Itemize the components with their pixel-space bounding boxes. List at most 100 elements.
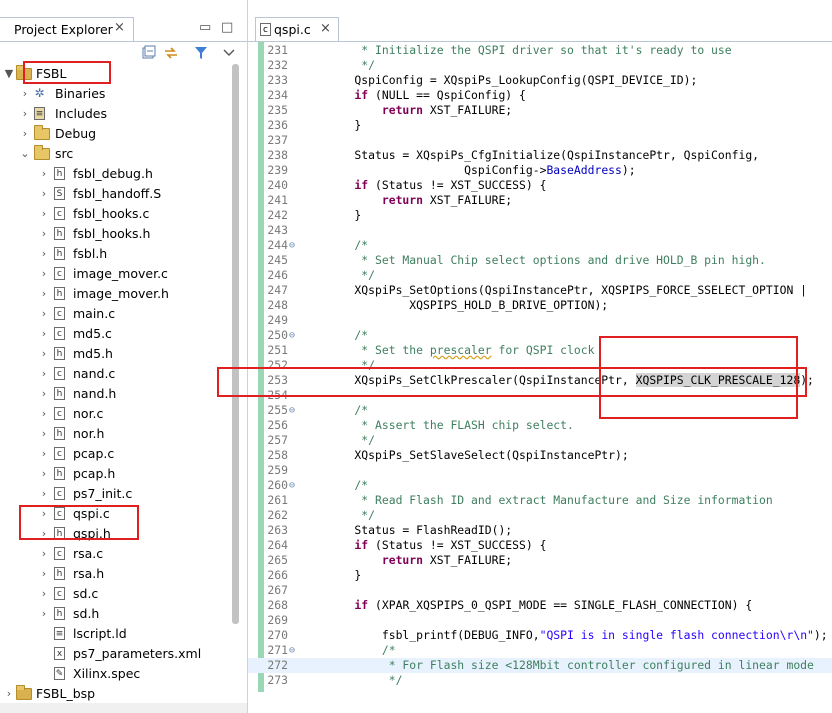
tree-item-main-c[interactable]: › c main.c	[0, 304, 232, 324]
tree-item-fsbl-debug-h[interactable]: › h fsbl_debug.h	[0, 164, 232, 184]
expand-chevron-icon[interactable]: ›	[20, 124, 30, 144]
code-line[interactable]: 265 return XST_FAILURE;	[248, 553, 832, 568]
code-line[interactable]: 231 * Initialize the QSPI driver so that…	[248, 43, 832, 58]
code-line[interactable]: 244 ⊖ /*	[248, 238, 832, 253]
tree-item-debug[interactable]: › Debug	[0, 124, 232, 144]
expand-chevron-icon[interactable]: ›	[39, 324, 49, 344]
code-line[interactable]: 272 * For Flash size <128Mbit controller…	[248, 658, 832, 673]
expand-chevron-icon[interactable]: ›	[39, 584, 49, 604]
code-line[interactable]: 270 fsbl_printf(DEBUG_INFO,"QSPI is in s…	[248, 628, 832, 643]
code-line[interactable]: 238 Status = XQspiPs_CfgInitialize(QspiI…	[248, 148, 832, 163]
code-line[interactable]: 266 }	[248, 568, 832, 583]
expand-chevron-icon[interactable]: ›	[39, 304, 49, 324]
code-line[interactable]: 246 */	[248, 268, 832, 283]
tree-item-image-mover-h[interactable]: › h image_mover.h	[0, 284, 232, 304]
expand-chevron-icon[interactable]: ›	[39, 444, 49, 464]
tree-item-fsbl-hooks-h[interactable]: › h fsbl_hooks.h	[0, 224, 232, 244]
code-line[interactable]: 263 Status = FlashReadID();	[248, 523, 832, 538]
expand-chevron-icon[interactable]: ›	[39, 464, 49, 484]
code-line[interactable]: 261 * Read Flash ID and extract Manufact…	[248, 493, 832, 508]
code-line[interactable]: 253 XQspiPs_SetClkPrescaler(QspiInstance…	[248, 373, 832, 388]
tree-item-fsbl-handoff-s[interactable]: › Sfsbl_handoff.S	[0, 184, 232, 204]
code-line[interactable]: 257 */	[248, 433, 832, 448]
expand-chevron-icon[interactable]: ›	[39, 524, 49, 544]
code-line[interactable]: 234 if (NULL == QspiConfig) {	[248, 88, 832, 103]
code-line[interactable]: 256 * Assert the FLASH chip select.	[248, 418, 832, 433]
expand-chevron-icon[interactable]: ›	[39, 404, 49, 424]
tree-item-binaries[interactable]: › ✲ Binaries	[0, 84, 232, 104]
code-line[interactable]: 258 XQspiPs_SetSlaveSelect(QspiInstanceP…	[248, 448, 832, 463]
expand-chevron-icon[interactable]: ›	[39, 504, 49, 524]
tree-item-nor-c[interactable]: › c nor.c	[0, 404, 232, 424]
tree-item-pcap-h[interactable]: › h pcap.h	[0, 464, 232, 484]
tree-item-nand-h[interactable]: › h nand.h	[0, 384, 232, 404]
code-line[interactable]: 233 QspiConfig = XQspiPs_LookupConfig(QS…	[248, 73, 832, 88]
tree-item-fsbl-hooks-c[interactable]: › c fsbl_hooks.c	[0, 204, 232, 224]
tree-item-md5-h[interactable]: › h md5.h	[0, 344, 232, 364]
expand-chevron-icon[interactable]: ›	[39, 564, 49, 584]
code-line[interactable]: 260 ⊖ /*	[248, 478, 832, 493]
code-line[interactable]: 236 }	[248, 118, 832, 133]
code-line[interactable]: 264 if (Status != XST_SUCCESS) {	[248, 538, 832, 553]
view-menu-chevron-icon[interactable]	[221, 45, 237, 61]
tree-item-sd-h[interactable]: › h sd.h	[0, 604, 232, 624]
code-line[interactable]: 267	[248, 583, 832, 598]
tree-item-fsbl[interactable]: ▼ FSBL	[0, 64, 232, 84]
expand-chevron-icon[interactable]: ›	[39, 164, 49, 184]
code-line[interactable]: 255 ⊖ /*	[248, 403, 832, 418]
code-line[interactable]: 237	[248, 133, 832, 148]
code-line[interactable]: 243	[248, 223, 832, 238]
tree-item-sd-c[interactable]: › c sd.c	[0, 584, 232, 604]
tree-item-nand-c[interactable]: › c nand.c	[0, 364, 232, 384]
expand-chevron-icon[interactable]: ›	[39, 424, 49, 444]
tree-item-xilinx-spec[interactable]: ✎ Xilinx.spec	[0, 664, 232, 684]
explorer-scrollbar[interactable]	[232, 64, 239, 624]
fold-toggle-icon[interactable]: ⊖	[289, 643, 299, 658]
explorer-horizontal-scrollbar[interactable]	[0, 703, 247, 713]
tree-item-md5-c[interactable]: › c md5.c	[0, 324, 232, 344]
expand-chevron-icon[interactable]: ›	[39, 484, 49, 504]
close-icon[interactable]: ×	[320, 21, 331, 36]
code-line[interactable]: 245 * Set Manual Chip select options and…	[248, 253, 832, 268]
code-line[interactable]: 251 * Set the prescaler for QSPI clock	[248, 343, 832, 358]
expand-chevron-icon[interactable]: ›	[39, 604, 49, 624]
expand-chevron-icon[interactable]: ›	[39, 204, 49, 224]
tree-item-pcap-c[interactable]: › c pcap.c	[0, 444, 232, 464]
close-icon[interactable]: ×	[114, 20, 125, 35]
code-line[interactable]: 262 */	[248, 508, 832, 523]
tree-item-image-mover-c[interactable]: › c image_mover.c	[0, 264, 232, 284]
code-line[interactable]: 249	[248, 313, 832, 328]
tree-item-src[interactable]: ⌄ src	[0, 144, 232, 164]
expand-chevron-icon[interactable]: ›	[4, 684, 14, 704]
filter-icon[interactable]	[193, 45, 209, 61]
tree-item-fsbl-bsp[interactable]: › FSBL_bsp	[0, 684, 232, 704]
tree-item-includes[interactable]: › ≡ Includes	[0, 104, 232, 124]
fold-toggle-icon[interactable]: ⊖	[289, 328, 299, 343]
fold-toggle-icon[interactable]: ⊖	[289, 238, 299, 253]
code-line[interactable]: 239 QspiConfig->BaseAddress);	[248, 163, 832, 178]
maximize-icon[interactable]: □	[221, 20, 233, 35]
code-line[interactable]: 269	[248, 613, 832, 628]
code-line[interactable]: 242 }	[248, 208, 832, 223]
minimize-icon[interactable]: ▭	[199, 20, 211, 35]
code-line[interactable]: 250 ⊖ /*	[248, 328, 832, 343]
code-line[interactable]: 232 */	[248, 58, 832, 73]
tree-item-ps7-parameters-xml[interactable]: x ps7_parameters.xml	[0, 644, 232, 664]
code-line[interactable]: 271 ⊖ /*	[248, 643, 832, 658]
expand-chevron-icon[interactable]: ›	[39, 244, 49, 264]
code-line[interactable]: 259	[248, 463, 832, 478]
tree-item-rsa-h[interactable]: › h rsa.h	[0, 564, 232, 584]
code-line[interactable]: 247 XQspiPs_SetOptions(QspiInstancePtr, …	[248, 283, 832, 298]
tree-item-nor-h[interactable]: › h nor.h	[0, 424, 232, 444]
tree-item-qspi-h[interactable]: › h qspi.h	[0, 524, 232, 544]
fold-toggle-icon[interactable]: ⊖	[289, 478, 299, 493]
collapse-chevron-icon[interactable]: ⌄	[20, 144, 30, 164]
expand-chevron-icon[interactable]: ›	[20, 104, 30, 124]
code-line[interactable]: 273 */	[248, 673, 832, 688]
expand-chevron-icon[interactable]: ›	[39, 544, 49, 564]
tree-item-qspi-c[interactable]: › c qspi.c	[0, 504, 232, 524]
expand-chevron-icon[interactable]: ›	[39, 184, 49, 204]
expand-chevron-icon[interactable]: ›	[39, 264, 49, 284]
expand-chevron-icon[interactable]: ›	[39, 284, 49, 304]
collapse-chevron-icon[interactable]: ▼	[4, 64, 14, 84]
